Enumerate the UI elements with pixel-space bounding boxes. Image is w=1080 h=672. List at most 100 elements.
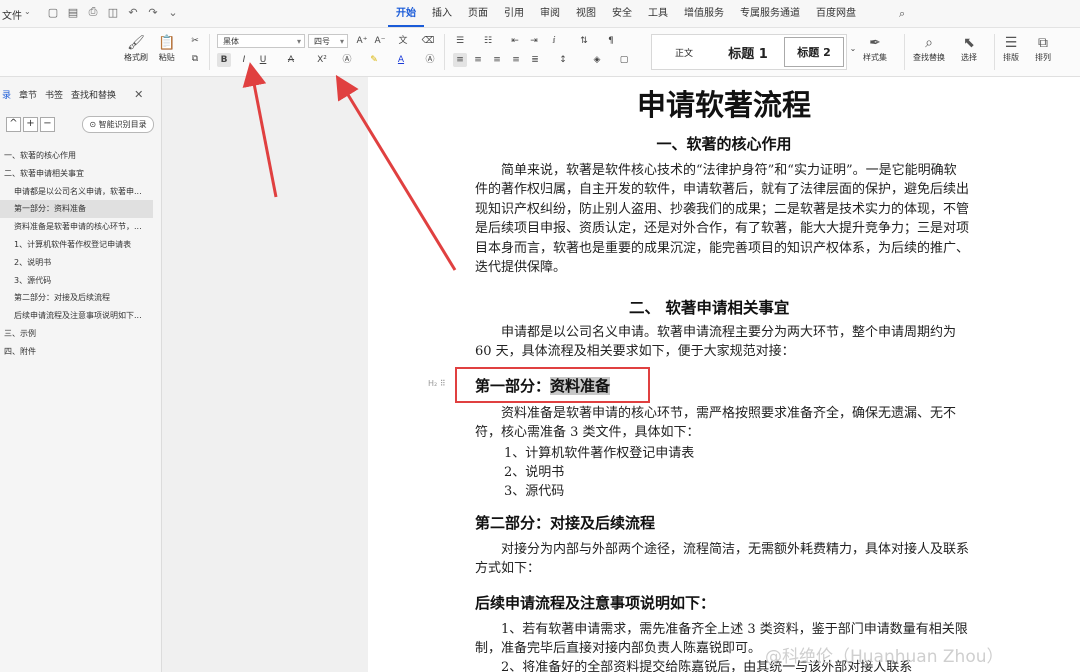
expand-button[interactable]: +: [23, 117, 38, 132]
toc-list: 一、软著的核心作用 二、软著申请相关事宜 申请都是以公司名义申请，软著申... 第一部…: [0, 147, 161, 361]
pdf-icon[interactable]: ▤: [66, 5, 80, 19]
tab-page[interactable]: 页面: [460, 0, 496, 27]
layout-button[interactable]: ☰ 排版: [1003, 34, 1019, 63]
style-normal[interactable]: 正文: [652, 35, 716, 69]
align-center-icon[interactable]: ≡: [471, 53, 485, 67]
paste-icon: 📋: [158, 35, 176, 51]
decrease-indent-icon[interactable]: ⇤: [508, 34, 522, 48]
char-shading-icon[interactable]: Ⓐ: [423, 53, 437, 67]
paste-button[interactable]: 📋 粘贴: [158, 34, 175, 63]
redo-icon[interactable]: ↷: [146, 5, 160, 19]
toc-item[interactable]: 资料准备是软著申请的核心环节，...: [0, 218, 161, 236]
style-set-button[interactable]: ✒ 样式集: [863, 34, 887, 63]
font-color-icon[interactable]: A: [394, 53, 408, 67]
collapse-button[interactable]: −: [40, 117, 55, 132]
text-effect-icon[interactable]: Ⓐ: [340, 53, 354, 67]
tab-chapters[interactable]: 章节: [19, 88, 37, 101]
layout-label: 排版: [1003, 53, 1019, 62]
toc-item[interactable]: 四、附件: [0, 343, 161, 361]
highlight-icon[interactable]: ✎: [367, 53, 381, 67]
tab-toc[interactable]: 录: [2, 88, 11, 101]
font-family-select[interactable]: 黑体 ▾: [217, 34, 305, 48]
arrange-button[interactable]: ⧉ 排列: [1035, 34, 1051, 63]
toc-item[interactable]: 后续申请流程及注意事项说明如下...: [0, 307, 161, 325]
tab-view[interactable]: 视图: [568, 0, 604, 27]
list-item: 1、计算机软件著作权登记申请表: [504, 446, 695, 461]
nav-tabs: 录 章节 书签 查找和替换 ✕: [0, 77, 161, 101]
doc-title: 申请软著流程: [636, 88, 811, 122]
save-icon[interactable]: ▢: [46, 5, 60, 19]
toc-item[interactable]: 2、说明书: [0, 254, 161, 272]
cursor-icon: ⬉: [963, 35, 975, 51]
tab-home[interactable]: 开始: [388, 0, 424, 27]
font-size-value: 四号: [314, 37, 330, 46]
line-spacing-icon[interactable]: ↕: [556, 53, 570, 67]
toc-item[interactable]: 第一部分：资料准备: [0, 200, 153, 219]
align-right-icon[interactable]: ≡: [490, 53, 504, 67]
print-icon[interactable]: ⎙: [86, 5, 100, 19]
close-icon[interactable]: ✕: [134, 88, 143, 101]
underline-button[interactable]: U: [256, 53, 270, 67]
heading-marker-icon[interactable]: H₂ ⠿: [428, 379, 446, 388]
tab-bookmarks[interactable]: 书签: [45, 88, 63, 101]
shrink-font-icon[interactable]: A⁻: [373, 34, 387, 48]
select-button[interactable]: ⬉ 选择: [961, 34, 977, 63]
tab-security[interactable]: 安全: [604, 0, 640, 27]
toc-item[interactable]: 一、软著的核心作用: [0, 147, 161, 165]
bullet-list-icon[interactable]: ☰: [453, 34, 467, 48]
align-left-icon[interactable]: ≡: [453, 53, 467, 67]
smart-toc-button[interactable]: ⊙ 智能识别目录: [82, 116, 154, 133]
numbered-list-icon[interactable]: ☷: [481, 34, 495, 48]
strikethrough-button[interactable]: A: [284, 53, 298, 67]
style-gallery: 正文 标题 1 标题 2: [651, 34, 847, 70]
clear-format-icon[interactable]: ⌫: [421, 34, 435, 48]
shading-icon[interactable]: ◈: [590, 53, 604, 67]
grow-font-icon[interactable]: A⁺: [355, 34, 369, 48]
ribbon-tabs: 开始 插入 页面 引用 审阅 视图 安全 工具 增值服务 专属服务通道 百度网盘: [388, 0, 864, 27]
tab-insert[interactable]: 插入: [424, 0, 460, 27]
italic-button[interactable]: I: [237, 53, 251, 67]
style-heading-2[interactable]: 标题 2: [784, 37, 844, 67]
cut-icon[interactable]: ✂: [188, 34, 202, 48]
style-set-icon: ✒: [869, 35, 881, 51]
format-painter-button[interactable]: 🖌 格式刷: [124, 34, 148, 63]
copy-icon[interactable]: ⧉: [188, 52, 202, 66]
tab-review[interactable]: 审阅: [532, 0, 568, 27]
text-direction-icon[interactable]: ⅈ: [547, 34, 561, 48]
print-preview-icon[interactable]: ◫: [106, 5, 120, 19]
distributed-icon[interactable]: ≣: [528, 53, 542, 67]
tab-find-replace[interactable]: 查找和替换: [71, 88, 116, 101]
pinyin-icon[interactable]: 文: [396, 34, 410, 48]
toc-item[interactable]: 三、示例: [0, 325, 161, 343]
toc-item[interactable]: 二、软著申请相关事宜: [0, 165, 161, 183]
sort-icon[interactable]: ⇅: [577, 34, 591, 48]
toc-item[interactable]: 3、源代码: [0, 272, 161, 290]
increase-indent-icon[interactable]: ⇥: [527, 34, 541, 48]
justify-icon[interactable]: ≡: [509, 53, 523, 67]
toc-item[interactable]: 1、计算机软件著作权登记申请表: [0, 236, 161, 254]
style-heading-1[interactable]: 标题 1: [716, 35, 780, 69]
bold-button[interactable]: B: [217, 53, 231, 67]
toc-item[interactable]: 申请都是以公司名义申请，软著申...: [0, 183, 161, 201]
find-replace-button[interactable]: ⌕ 查找替换: [913, 34, 945, 63]
paragraph-core-role: 简单来说，软著是软件核心技术的“法律护身符”和“实力证明”。一是它能明确软件的著…: [475, 163, 970, 276]
font-size-select[interactable]: 四号 ▾: [308, 34, 348, 48]
tab-value-added[interactable]: 增值服务: [676, 0, 732, 27]
file-menu-chevron-icon[interactable]: ⌄: [24, 7, 31, 16]
toc-item[interactable]: 第二部分：对接及后续流程: [0, 289, 161, 307]
tab-baidu-netdisk[interactable]: 百度网盘: [808, 0, 864, 27]
customize-chevron-icon[interactable]: ⌄: [166, 5, 180, 19]
tab-exclusive-service[interactable]: 专属服务通道: [732, 0, 808, 27]
show-marks-icon[interactable]: ¶: [604, 34, 618, 48]
search-icon[interactable]: ⌕: [899, 7, 905, 21]
superscript-button[interactable]: X²: [313, 53, 331, 67]
tab-references[interactable]: 引用: [496, 0, 532, 27]
style-gallery-expand-icon[interactable]: ⌄: [846, 42, 860, 56]
promote-button[interactable]: ^: [6, 117, 21, 132]
tab-tools[interactable]: 工具: [640, 0, 676, 27]
border-icon[interactable]: ▢: [617, 53, 631, 67]
paragraph-application-intro: 申请都是以公司名义申请。软著申请流程主要分为两大环节，整个申请周期约为 60 天…: [475, 325, 957, 360]
heading-followup: 后续申请流程及注意事项说明如下：: [475, 594, 716, 612]
undo-icon[interactable]: ↶: [126, 5, 140, 19]
file-menu[interactable]: 文件: [2, 7, 22, 22]
